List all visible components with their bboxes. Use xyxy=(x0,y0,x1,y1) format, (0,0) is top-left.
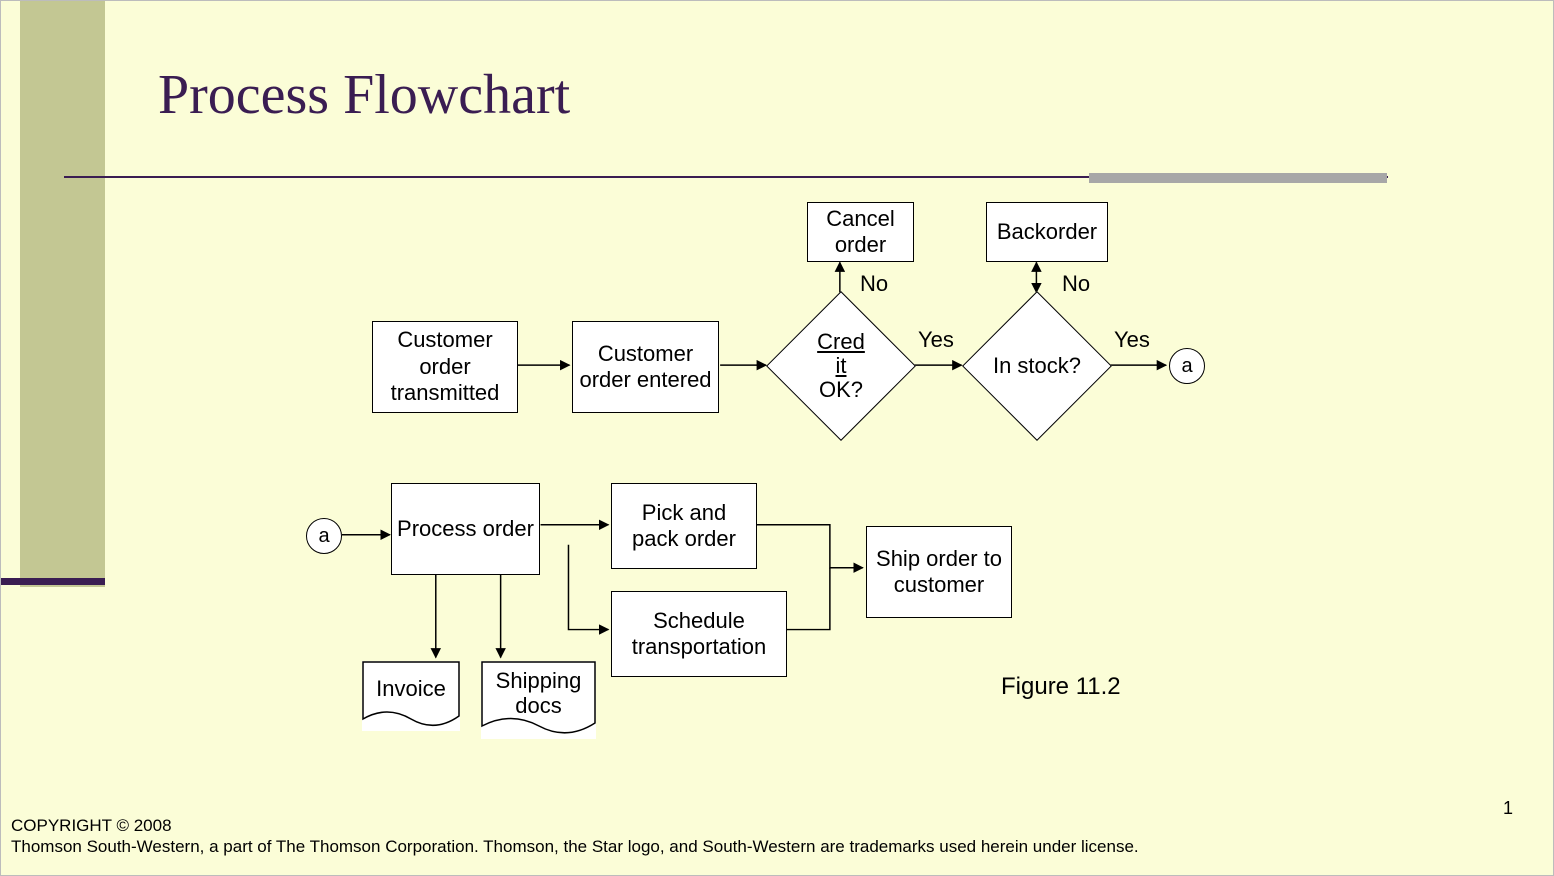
node-label: Ship order to customer xyxy=(871,546,1007,599)
node-label: Pick and pack order xyxy=(616,500,752,553)
node-invoice-doc: Invoice xyxy=(362,661,460,731)
node-label: Cancel order xyxy=(812,206,909,259)
node-label: Shipping docs xyxy=(489,668,588,719)
page-number: 1 xyxy=(1503,798,1513,819)
label-credit-no: No xyxy=(860,271,888,297)
node-backorder: Backorder xyxy=(986,202,1108,262)
flowchart: Customer order transmitted Customer orde… xyxy=(1,1,1553,875)
footer-line-2: Thomson South-Western, a part of The Tho… xyxy=(11,836,1139,857)
node-label: Process order xyxy=(397,516,534,542)
connector-label: a xyxy=(318,525,329,548)
node-label: In stock? xyxy=(993,354,1081,378)
figure-label: Figure 11.2 xyxy=(1001,673,1121,701)
footer-line-1: COPYRIGHT © 2008 xyxy=(11,815,1139,836)
connector-a-left: a xyxy=(306,518,342,554)
slide: Process Flowchart xyxy=(0,0,1554,876)
node-pick-pack: Pick and pack order xyxy=(611,483,757,569)
connector-a-right: a xyxy=(1169,348,1205,384)
node-label: Schedule transportation xyxy=(616,608,782,661)
node-schedule-transportation: Schedule transportation xyxy=(611,591,787,677)
node-in-stock: In stock? xyxy=(962,291,1112,441)
node-label: Customer order transmitted xyxy=(377,327,513,406)
node-shipping-docs: Shipping docs xyxy=(481,661,596,739)
node-label: Backorder xyxy=(997,219,1097,245)
node-label: Invoice xyxy=(376,676,446,701)
node-process-order: Process order xyxy=(391,483,540,575)
node-ship-order: Ship order to customer xyxy=(866,526,1012,618)
connector-label: a xyxy=(1181,355,1192,378)
copyright-footer: COPYRIGHT © 2008 Thomson South-Western, … xyxy=(11,815,1139,858)
node-label: Cred it OK? xyxy=(817,330,865,403)
label-credit-yes: Yes xyxy=(918,327,954,353)
node-customer-order-entered: Customer order entered xyxy=(572,321,719,413)
node-credit-ok: Cred it OK? xyxy=(766,291,916,441)
label-stock-yes: Yes xyxy=(1114,327,1150,353)
node-cancel-order: Cancel order xyxy=(807,202,914,262)
node-label: Customer order entered xyxy=(577,341,714,394)
node-customer-order-transmitted: Customer order transmitted xyxy=(372,321,518,413)
label-stock-no: No xyxy=(1062,271,1090,297)
